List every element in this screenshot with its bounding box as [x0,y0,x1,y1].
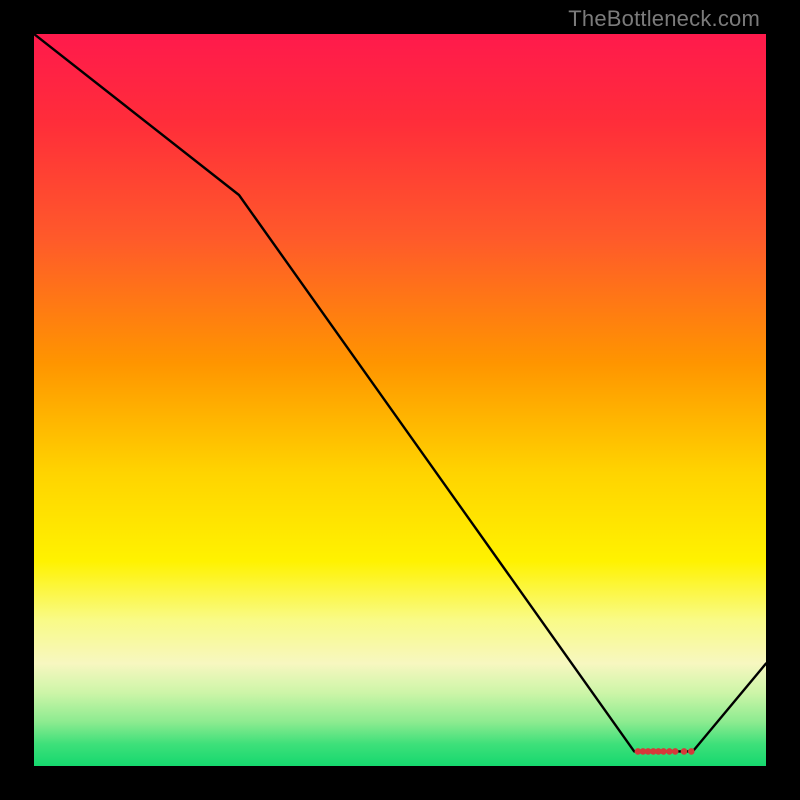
series-line [34,34,766,751]
marker-dot [666,748,673,755]
plot-area [34,34,766,766]
chart-stage: TheBottleneck.com [0,0,800,800]
marker-dot [688,748,695,755]
watermark-text: TheBottleneck.com [568,6,760,32]
chart-svg [34,34,766,766]
marker-dot [672,748,679,755]
marker-dot [660,748,667,755]
marker-group [635,748,695,755]
marker-dot [681,748,688,755]
